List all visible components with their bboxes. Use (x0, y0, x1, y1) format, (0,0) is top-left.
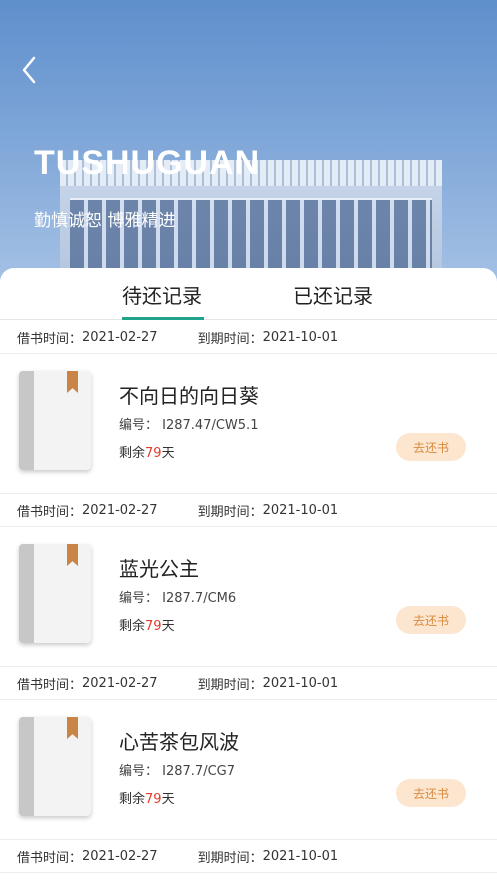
remain-suffix: 天 (161, 446, 175, 461)
borrow-time-label: 借书时间： (17, 331, 83, 347)
chevron-left-icon (22, 56, 36, 84)
tab-pending-returns[interactable]: 待还记录 (122, 280, 202, 309)
return-book-button[interactable]: 去还书 (396, 779, 466, 807)
date-row: 借书时间： 2021-02-27 到期时间： 2021-10-01 (0, 840, 497, 873)
remain-suffix: 天 (161, 792, 175, 807)
tab-bar: 待还记录 已还记录 (0, 268, 497, 320)
book-code: 编号： I287.7/CG7 (119, 760, 235, 779)
remaining-days: 剩余79天 (119, 615, 175, 634)
book-title: 心苦茶包风波 (119, 730, 239, 754)
remain-prefix: 剩余 (119, 619, 146, 634)
borrow-time-label: 借书时间： (17, 677, 83, 693)
page-subtitle: 勤慎诚恕 博雅精进 (34, 211, 176, 231)
due-date: 2021-10-01 (262, 675, 339, 691)
due-time-label: 到期时间： (197, 677, 263, 693)
remain-suffix: 天 (161, 619, 175, 634)
remain-number: 79 (145, 792, 162, 807)
date-row: 借书时间： 2021-02-27 到期时间： 2021-10-01 (0, 321, 497, 354)
remain-number: 79 (145, 446, 162, 461)
code-value: I287.7/CM6 (162, 591, 237, 606)
due-time-label: 到期时间： (197, 331, 263, 347)
remaining-days: 剩余79天 (119, 788, 175, 807)
borrow-time-label: 借书时间： (17, 850, 83, 866)
book-title: 不向日的向日葵 (119, 384, 259, 408)
code-label: 编号： (119, 591, 159, 606)
due-time-label: 到期时间： (197, 850, 263, 866)
remain-number: 79 (145, 619, 162, 634)
page-title: TUSHUGUAN (34, 144, 261, 182)
book-code: 编号： I287.47/CW5.1 (119, 414, 258, 433)
tab-returned[interactable]: 已还记录 (293, 280, 373, 309)
code-value: I287.7/CG7 (162, 764, 236, 779)
borrow-date: 2021-02-27 (82, 848, 158, 864)
borrow-time-label: 借书时间： (17, 504, 83, 520)
remaining-days: 剩余79天 (119, 442, 175, 461)
code-value: I287.47/CW5.1 (162, 418, 259, 433)
due-date: 2021-10-01 (262, 848, 339, 864)
code-label: 编号： (119, 418, 159, 433)
list-item[interactable]: 蓝光公主 编号： I287.7/CM6 剩余79天 去还书 (0, 527, 497, 667)
list-item[interactable]: 心苦茶包风波 编号： I287.7/CG7 剩余79天 去还书 (0, 700, 497, 840)
return-book-button[interactable]: 去还书 (396, 433, 466, 461)
remain-prefix: 剩余 (119, 792, 146, 807)
book-cover-icon (19, 371, 91, 470)
date-row: 借书时间： 2021-02-27 到期时间： 2021-10-01 (0, 494, 497, 527)
due-date: 2021-10-01 (262, 329, 339, 345)
remain-prefix: 剩余 (119, 446, 146, 461)
code-label: 编号： (119, 764, 159, 779)
back-button[interactable] (14, 54, 44, 86)
book-cover-icon (19, 717, 91, 816)
header-banner: TUSHUGUAN 勤慎诚恕 博雅精进 (0, 0, 497, 300)
date-row: 借书时间： 2021-02-27 到期时间： 2021-10-01 (0, 667, 497, 700)
library-borrow-records-screen: TUSHUGUAN 勤慎诚恕 博雅精进 待还记录 已还记录 借书时间： 2021… (0, 0, 497, 883)
book-cover-icon (19, 544, 91, 643)
borrow-date: 2021-02-27 (82, 329, 158, 345)
book-title: 蓝光公主 (119, 557, 199, 581)
book-code: 编号： I287.7/CM6 (119, 587, 236, 606)
list-item[interactable]: 不向日的向日葵 编号： I287.47/CW5.1 剩余79天 去还书 (0, 354, 497, 494)
due-date: 2021-10-01 (262, 502, 339, 518)
records-panel: 待还记录 已还记录 借书时间： 2021-02-27 到期时间： 2021-10… (0, 268, 497, 883)
borrow-date: 2021-02-27 (82, 675, 158, 691)
active-tab-indicator (122, 317, 204, 320)
record-list: 借书时间： 2021-02-27 到期时间： 2021-10-01 不向日的向日… (0, 321, 497, 873)
return-book-button[interactable]: 去还书 (396, 606, 466, 634)
borrow-date: 2021-02-27 (82, 502, 158, 518)
due-time-label: 到期时间： (197, 504, 263, 520)
